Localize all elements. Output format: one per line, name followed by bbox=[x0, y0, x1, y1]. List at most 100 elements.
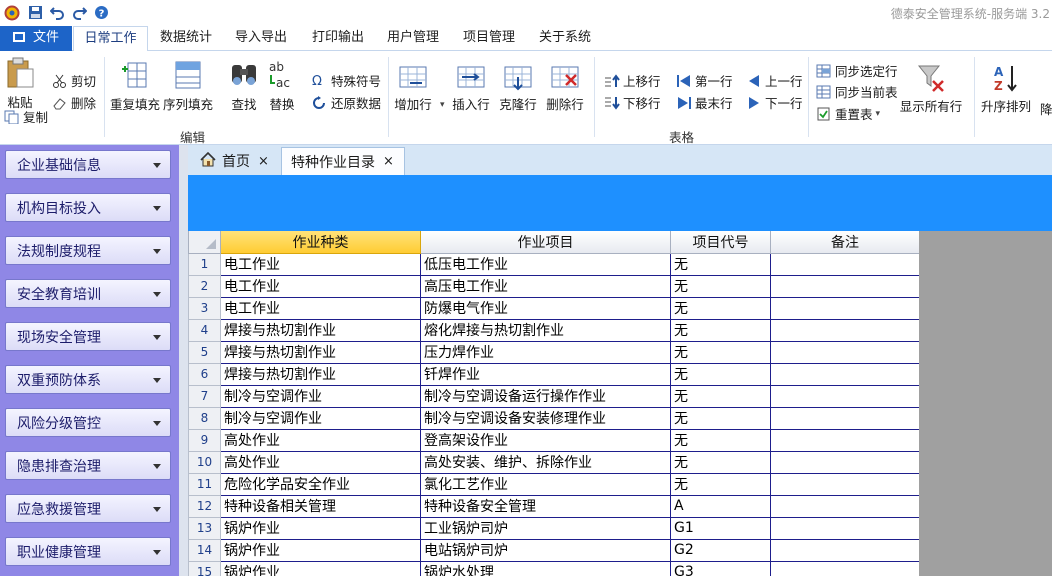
tab-import-export[interactable]: 导入导出 bbox=[225, 26, 297, 51]
next-row-button[interactable]: 下一行 bbox=[746, 93, 803, 112]
paste-button[interactable]: 粘贴 bbox=[3, 57, 37, 111]
cell-item[interactable]: 锅炉水处理 bbox=[420, 560, 671, 576]
cell-item[interactable]: 低压电工作业 bbox=[420, 252, 671, 276]
sort-ascending-button[interactable]: AZ 升序排列 bbox=[980, 63, 1032, 115]
sidebar-item-regulations[interactable]: 法规制度规程 bbox=[5, 236, 171, 265]
cell-code[interactable]: 无 bbox=[670, 318, 771, 342]
row-number[interactable]: 8 bbox=[188, 406, 221, 430]
cell-kind[interactable]: 电工作业 bbox=[220, 274, 421, 298]
cell-item[interactable]: 氯化工艺作业 bbox=[420, 472, 671, 496]
cell-item[interactable]: 高处安装、维护、拆除作业 bbox=[420, 450, 671, 474]
cell-note[interactable] bbox=[770, 516, 919, 540]
tab-user-management[interactable]: 用户管理 bbox=[377, 26, 449, 51]
cell-note[interactable] bbox=[770, 450, 919, 474]
cell-kind[interactable]: 高处作业 bbox=[220, 428, 421, 452]
cell-item[interactable]: 工业锅炉司炉 bbox=[420, 516, 671, 540]
cell-code[interactable]: 无 bbox=[670, 340, 771, 364]
cell-note[interactable] bbox=[770, 362, 919, 386]
sidebar-item-risk-control[interactable]: 风险分级管控 bbox=[5, 408, 171, 437]
cell-note[interactable] bbox=[770, 340, 919, 364]
delete-button[interactable]: 删除 bbox=[52, 93, 96, 112]
repeat-fill-button[interactable]: 重复填充 bbox=[110, 59, 160, 113]
show-all-rows-button[interactable]: 显示所有行 bbox=[898, 63, 964, 115]
sidebar-item-hazard-investigation[interactable]: 隐患排查治理 bbox=[5, 451, 171, 480]
cell-note[interactable] bbox=[770, 472, 919, 496]
close-icon[interactable]: × bbox=[258, 154, 269, 169]
cell-item[interactable]: 钎焊作业 bbox=[420, 362, 671, 386]
table-row[interactable]: 12 特种设备相关管理 特种设备安全管理 A bbox=[188, 494, 919, 518]
cell-code[interactable]: G2 bbox=[670, 538, 771, 562]
sequence-fill-button[interactable]: 序列填充 bbox=[163, 59, 213, 113]
cell-code[interactable]: 无 bbox=[670, 450, 771, 474]
cell-note[interactable] bbox=[770, 494, 919, 518]
cell-code[interactable]: A bbox=[670, 494, 771, 518]
cell-kind[interactable]: 焊接与热切割作业 bbox=[220, 362, 421, 386]
cell-note[interactable] bbox=[770, 384, 919, 408]
row-number[interactable]: 3 bbox=[188, 296, 221, 320]
table-row[interactable]: 7 制冷与空调作业 制冷与空调设备运行操作作业无 bbox=[188, 384, 919, 408]
row-number[interactable]: 4 bbox=[188, 318, 221, 342]
previous-row-button[interactable]: 上一行 bbox=[746, 71, 803, 90]
replace-button[interactable]: ab ac 替换 bbox=[265, 59, 299, 113]
move-row-up-button[interactable]: 上移行 bbox=[604, 71, 661, 90]
cell-kind[interactable]: 电工作业 bbox=[220, 296, 421, 320]
cell-note[interactable] bbox=[770, 538, 919, 562]
row-number[interactable]: 9 bbox=[188, 428, 221, 452]
save-icon[interactable] bbox=[27, 4, 44, 21]
row-number[interactable]: 1 bbox=[188, 252, 221, 276]
restore-data-button[interactable]: 还原数据 bbox=[312, 93, 381, 112]
cell-code[interactable]: 无 bbox=[670, 472, 771, 496]
tab-file[interactable]: 文件 bbox=[0, 26, 72, 51]
column-header-note[interactable]: 备注 bbox=[770, 231, 919, 254]
table-row[interactable]: 4 焊接与热切割作业 熔化焊接与热切割作业无 bbox=[188, 318, 919, 342]
row-number[interactable]: 7 bbox=[188, 384, 221, 408]
row-number[interactable]: 11 bbox=[188, 472, 221, 496]
doc-tab-special-operations[interactable]: 特种作业目录 × bbox=[281, 147, 405, 175]
help-icon[interactable]: ? bbox=[93, 4, 110, 21]
close-icon[interactable]: × bbox=[383, 154, 394, 169]
cell-note[interactable] bbox=[770, 252, 919, 276]
add-row-button[interactable]: 增加行 bbox=[394, 65, 432, 113]
cell-note[interactable] bbox=[770, 428, 919, 452]
table-row[interactable]: 1 电工作业 低压电工作业无 bbox=[188, 252, 919, 276]
cell-code[interactable]: 无 bbox=[670, 274, 771, 298]
doc-tab-home[interactable]: 首页 × bbox=[192, 147, 278, 175]
cell-item[interactable]: 登高架设作业 bbox=[420, 428, 671, 452]
table-row[interactable]: 2 电工作业 高压电工作业无 bbox=[188, 274, 919, 298]
grid-corner-cell[interactable] bbox=[188, 231, 221, 254]
cell-code[interactable]: 无 bbox=[670, 428, 771, 452]
cell-note[interactable] bbox=[770, 318, 919, 342]
cell-item[interactable]: 制冷与空调设备安装修理作业 bbox=[420, 406, 671, 430]
add-row-dropdown-icon[interactable]: ▾ bbox=[440, 100, 445, 110]
cell-code[interactable]: 无 bbox=[670, 362, 771, 386]
row-number[interactable]: 14 bbox=[188, 538, 221, 562]
sidebar-item-occupational-health[interactable]: 职业健康管理 bbox=[5, 537, 171, 566]
insert-row-button[interactable]: 插入行 bbox=[452, 65, 490, 113]
cell-kind[interactable]: 焊接与热切割作业 bbox=[220, 318, 421, 342]
cell-kind[interactable]: 危险化学品安全作业 bbox=[220, 472, 421, 496]
table-row[interactable]: 8 制冷与空调作业 制冷与空调设备安装修理作业无 bbox=[188, 406, 919, 430]
cell-code[interactable]: G3 bbox=[670, 560, 771, 576]
redo-icon[interactable] bbox=[71, 4, 88, 21]
tab-project-management[interactable]: 项目管理 bbox=[453, 26, 525, 51]
cell-code[interactable]: 无 bbox=[670, 252, 771, 276]
first-row-button[interactable]: 第一行 bbox=[676, 71, 733, 90]
sort-descending-button[interactable]: 降 bbox=[1040, 99, 1052, 118]
copy-button[interactable]: 复制 bbox=[4, 107, 48, 126]
table-row[interactable]: 15 锅炉作业 锅炉水处理 G3 bbox=[188, 560, 919, 576]
tab-data-statistics[interactable]: 数据统计 bbox=[150, 26, 222, 51]
cell-kind[interactable]: 锅炉作业 bbox=[220, 538, 421, 562]
cell-kind[interactable]: 锅炉作业 bbox=[220, 560, 421, 576]
row-number[interactable]: 12 bbox=[188, 494, 221, 518]
special-symbol-button[interactable]: Ω 特殊符号 bbox=[312, 71, 381, 90]
cell-item[interactable]: 制冷与空调设备运行操作作业 bbox=[420, 384, 671, 408]
cell-kind[interactable]: 锅炉作业 bbox=[220, 516, 421, 540]
table-row[interactable]: 5 焊接与热切割作业 压力焊作业无 bbox=[188, 340, 919, 364]
last-row-button[interactable]: 最末行 bbox=[676, 93, 733, 112]
sidebar-item-safety-training[interactable]: 安全教育培训 bbox=[5, 279, 171, 308]
cell-note[interactable] bbox=[770, 406, 919, 430]
cut-button[interactable]: 剪切 bbox=[52, 71, 96, 90]
row-number[interactable]: 5 bbox=[188, 340, 221, 364]
delete-row-button[interactable]: 删除行 bbox=[546, 65, 584, 113]
cell-item[interactable]: 高压电工作业 bbox=[420, 274, 671, 298]
